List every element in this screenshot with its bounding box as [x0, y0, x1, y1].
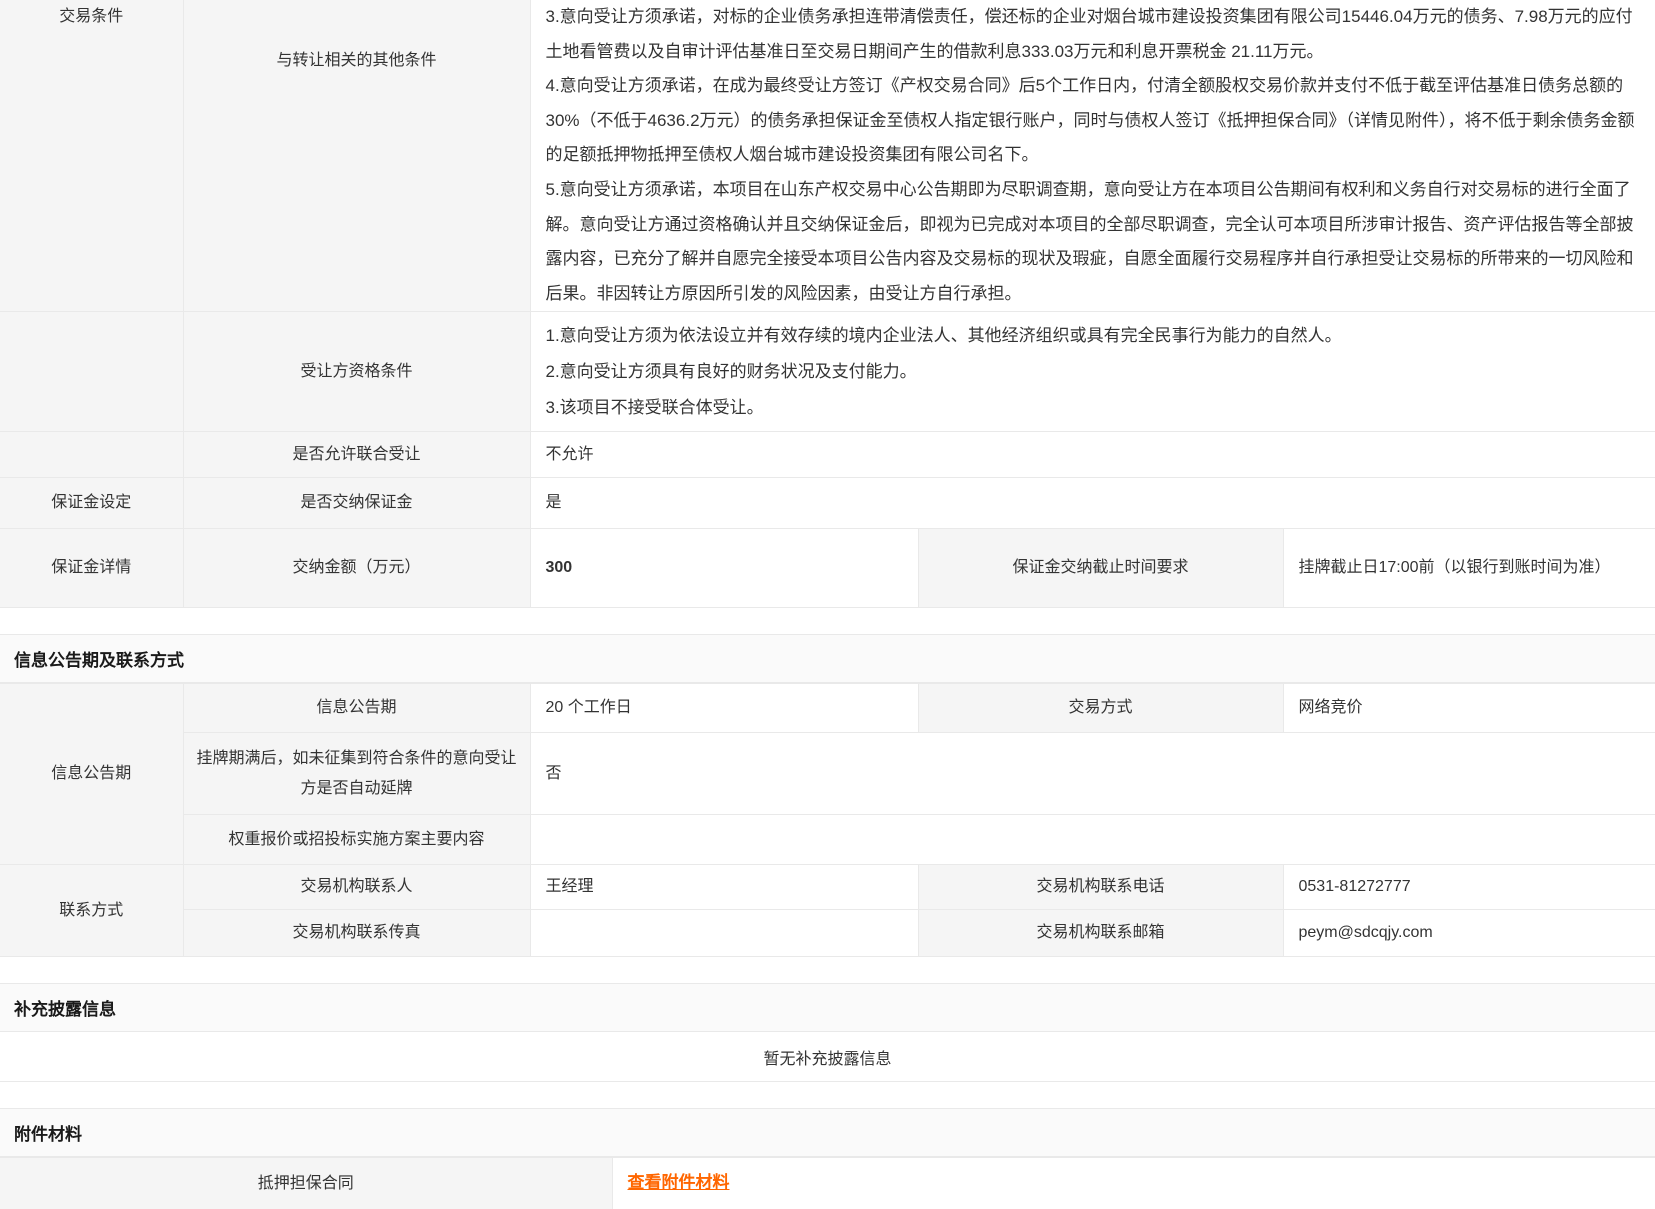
row-deposit-set: 保证金设定 是否交纳保证金 是: [0, 478, 1655, 529]
label-announce-period: 信息公告期: [316, 699, 396, 716]
group-cell-contact: 联系方式: [0, 865, 183, 957]
row-other-conditions: 交易条件 与转让相关的其他条件 3.意向受让方须承诺，对标的企业债务承担连带清偿…: [0, 0, 1655, 312]
value-joint-transfer: 不允许: [546, 446, 594, 463]
other-conditions-paragraph-4: 4.意向受让方须承诺，在成为最终受让方签订《产权交易合同》后5个工作日内，付清全…: [546, 69, 1636, 173]
value-contact-email: peym@sdcqjy.com: [1299, 924, 1433, 941]
other-conditions-paragraph-5: 5.意向受让方须承诺，本项目在山东产权交易中心公告期即为尽职调查期，意向受让方在…: [546, 173, 1636, 311]
value-cell-auto-extend: 否: [530, 733, 1655, 815]
supplementary-empty-text: 暂无补充披露信息: [763, 1045, 891, 1069]
section-gap-2: [0, 957, 1655, 983]
value-trade-method: 网络竞价: [1299, 699, 1363, 716]
value-cell-announce-period: 20 个工作日: [530, 684, 918, 733]
group-label-deposit-set: 保证金设定: [51, 494, 131, 511]
label-trade-method: 交易方式: [1068, 699, 1132, 716]
label-deposit-amount: 交纳金额（万元）: [292, 559, 420, 576]
label-joint-transfer: 是否允许联合受让: [292, 446, 420, 463]
section-header-announcement-contact: 信息公告期及联系方式: [0, 634, 1655, 683]
group-cell-announce-period: 信息公告期: [0, 684, 183, 865]
value-cell-contact-fax: [530, 910, 918, 957]
trade-conditions-table: 交易条件 与转让相关的其他条件 3.意向受让方须承诺，对标的企业债务承担连带清偿…: [0, 0, 1655, 608]
label-cell-attachment-name: 抵押担保合同: [0, 1158, 612, 1209]
label-qualification: 受让方资格条件: [300, 363, 412, 380]
qualification-line-2: 2.意向受让方须具有良好的财务状况及支付能力。: [546, 354, 1641, 390]
section-header-supplementary: 补充披露信息: [0, 983, 1655, 1032]
value-cell-other-conditions: 3.意向受让方须承诺，对标的企业债务承担连带清偿责任，偿还标的企业对烟台城市建设…: [530, 0, 1655, 312]
row-announce-period: 信息公告期 信息公告期 20 个工作日 交易方式 网络竞价: [0, 684, 1655, 733]
row-qualification: 受让方资格条件 1.意向受让方须为依法设立并有效存续的境内企业法人、其他经济组织…: [0, 312, 1655, 432]
row-contact-fax-email: 交易机构联系传真 交易机构联系邮箱 peym@sdcqjy.com: [0, 910, 1655, 957]
other-conditions-paragraph-3: 3.意向受让方须承诺，对标的企业债务承担连带清偿责任，偿还标的企业对烟台城市建设…: [546, 0, 1636, 69]
label-cell-auto-extend: 挂牌期满后，如未征集到符合条件的意向受让方是否自动延牌: [183, 733, 530, 815]
section-title-announcement-contact: 信息公告期及联系方式: [14, 646, 184, 671]
row-weighted-plan: 权重报价或招投标实施方案主要内容: [0, 815, 1655, 865]
label-cell-contact-email: 交易机构联系邮箱: [918, 910, 1283, 957]
value-contact-phone: 0531-81272777: [1299, 878, 1411, 895]
label-contact-person: 交易机构联系人: [300, 878, 412, 895]
label-cell-deposit-required: 是否交纳保证金: [183, 478, 530, 529]
row-attachment: 抵押担保合同 查看附件材料: [0, 1158, 1655, 1209]
section-gap-3: [0, 1082, 1655, 1108]
label-attachment-name: 抵押担保合同: [258, 1175, 354, 1192]
section-title-attachments: 附件材料: [14, 1120, 82, 1145]
label-cell-deposit-deadline: 保证金交纳截止时间要求: [918, 529, 1283, 608]
group-label-trade-conditions: 交易条件: [59, 8, 123, 25]
label-cell-announce-period: 信息公告期: [183, 684, 530, 733]
group-label-contact: 联系方式: [59, 902, 123, 919]
label-cell-joint-transfer: 是否允许联合受让: [183, 432, 530, 478]
label-contact-email: 交易机构联系邮箱: [1036, 924, 1164, 941]
label-contact-fax: 交易机构联系传真: [292, 924, 420, 941]
value-cell-trade-method: 网络竞价: [1283, 684, 1655, 733]
row-contact-person: 联系方式 交易机构联系人 王经理 交易机构联系电话 0531-81272777: [0, 865, 1655, 910]
label-other-conditions: 与转让相关的其他条件: [276, 52, 436, 69]
label-cell-trade-method: 交易方式: [918, 684, 1283, 733]
label-cell-contact-phone: 交易机构联系电话: [918, 865, 1283, 910]
view-attachment-link[interactable]: 查看附件材料: [628, 1173, 730, 1192]
group-label-announce-period: 信息公告期: [51, 765, 131, 782]
label-cell-contact-fax: 交易机构联系传真: [183, 910, 530, 957]
label-cell-qualification: 受让方资格条件: [183, 312, 530, 432]
row-joint-transfer: 是否允许联合受让 不允许: [0, 432, 1655, 478]
value-cell-attachment-link: 查看附件材料: [612, 1158, 1655, 1209]
qualification-line-1: 1.意向受让方须为依法设立并有效存续的境内企业法人、其他经济组织或具有完全民事行…: [546, 318, 1641, 354]
row-auto-extend: 挂牌期满后，如未征集到符合条件的意向受让方是否自动延牌 否: [0, 733, 1655, 815]
value-cell-deposit-amount: 300: [530, 529, 918, 608]
value-cell-joint-transfer: 不允许: [530, 432, 1655, 478]
group-label-deposit-detail: 保证金详情: [51, 559, 131, 576]
supplementary-empty-row: 暂无补充披露信息: [0, 1032, 1655, 1082]
qualification-line-3: 3.该项目不接受联合体受让。: [546, 390, 1641, 426]
section-title-supplementary: 补充披露信息: [14, 995, 116, 1020]
section-gap-1: [0, 608, 1655, 634]
label-contact-phone: 交易机构联系电话: [1036, 878, 1164, 895]
label-cell-weighted-plan: 权重报价或招投标实施方案主要内容: [183, 815, 530, 865]
value-deposit-required: 是: [546, 494, 562, 511]
value-contact-person: 王经理: [546, 878, 594, 895]
group-cell-empty-2: [0, 432, 183, 478]
value-deposit-amount: 300: [546, 559, 573, 576]
value-cell-qualification: 1.意向受让方须为依法设立并有效存续的境内企业法人、其他经济组织或具有完全民事行…: [530, 312, 1655, 432]
announcement-contact-table: 信息公告期 信息公告期 20 个工作日 交易方式 网络竞价 挂牌期满后，如未征集…: [0, 683, 1655, 957]
value-cell-contact-phone: 0531-81272777: [1283, 865, 1655, 910]
value-cell-contact-person: 王经理: [530, 865, 918, 910]
label-weighted-plan: 权重报价或招投标实施方案主要内容: [228, 831, 484, 848]
group-cell-deposit-detail: 保证金详情: [0, 529, 183, 608]
label-auto-extend: 挂牌期满后，如未征集到符合条件的意向受让方是否自动延牌: [196, 750, 516, 797]
row-deposit-detail: 保证金详情 交纳金额（万元） 300 保证金交纳截止时间要求 挂牌截止日17:0…: [0, 529, 1655, 608]
attachments-table: 抵押担保合同 查看附件材料: [0, 1157, 1655, 1209]
label-cell-other-conditions: 与转让相关的其他条件: [183, 0, 530, 312]
label-cell-contact-person: 交易机构联系人: [183, 865, 530, 910]
value-cell-deposit-deadline: 挂牌截止日17:00前（以银行到账时间为准）: [1283, 529, 1655, 608]
label-deposit-required: 是否交纳保证金: [300, 494, 412, 511]
group-cell-empty-1: [0, 312, 183, 432]
value-announce-period: 20 个工作日: [546, 699, 632, 716]
section-header-attachments: 附件材料: [0, 1108, 1655, 1157]
label-cell-deposit-amount: 交纳金额（万元）: [183, 529, 530, 608]
value-cell-deposit-required: 是: [530, 478, 1655, 529]
group-cell-trade-conditions: 交易条件: [0, 0, 183, 312]
value-cell-contact-email: peym@sdcqjy.com: [1283, 910, 1655, 957]
value-auto-extend: 否: [546, 765, 562, 782]
label-deposit-deadline: 保证金交纳截止时间要求: [1012, 559, 1188, 576]
value-deposit-deadline: 挂牌截止日17:00前（以银行到账时间为准）: [1299, 559, 1611, 576]
group-cell-deposit-set: 保证金设定: [0, 478, 183, 529]
value-cell-weighted-plan: [530, 815, 1655, 865]
